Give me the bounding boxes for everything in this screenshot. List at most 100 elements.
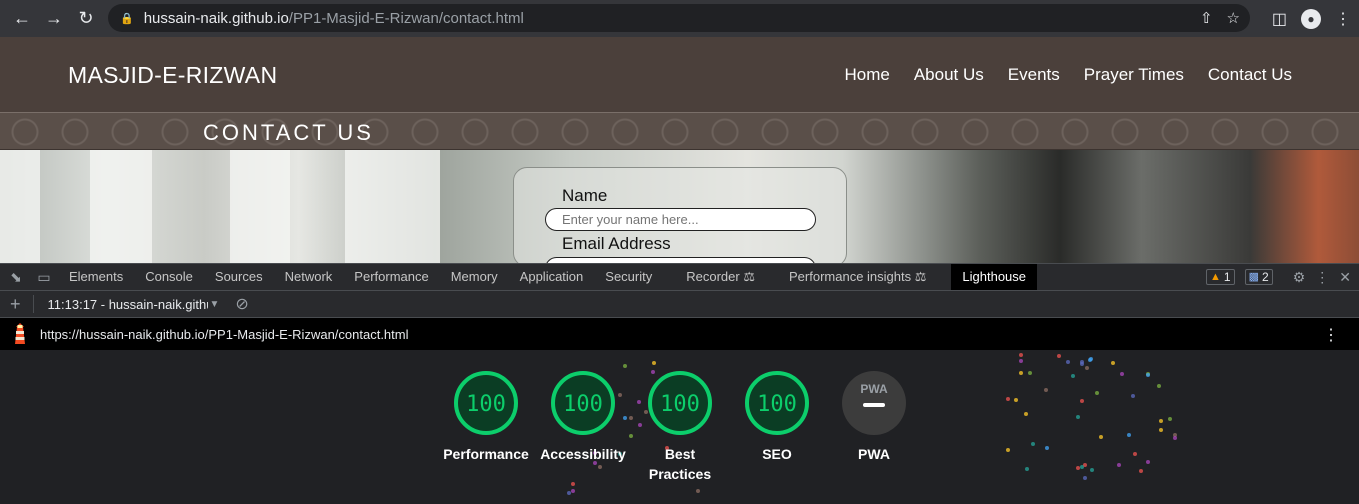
- confetti-dot: [1019, 371, 1024, 376]
- browser-toolbar: ← → ↻ 🔒 hussain-naik.github.io/PP1-Masji…: [0, 0, 1359, 37]
- gauge-label: PWA: [858, 446, 890, 462]
- clear-reports-icon[interactable]: ⊘: [235, 294, 248, 314]
- browser-menu-icon[interactable]: ⋮: [1335, 9, 1351, 29]
- hero-window: [345, 150, 440, 263]
- tab-application[interactable]: Application: [509, 264, 595, 290]
- confetti-dot: [1159, 418, 1164, 423]
- confetti-dot: [597, 464, 602, 469]
- confetti-dot: [1132, 451, 1137, 456]
- share-icon[interactable]: ⇧: [1200, 9, 1213, 27]
- confetti-dot: [1079, 359, 1084, 364]
- confetti-dot: [1099, 434, 1104, 439]
- url-host: hussain-naik.github.io: [143, 9, 289, 27]
- confetti-dot: [1089, 467, 1094, 472]
- score-value: 100: [563, 392, 603, 417]
- confetti-dot: [1080, 464, 1085, 469]
- site-header: MASJID-E-RIZWAN Home About Us Events Pra…: [0, 37, 1359, 112]
- tab-performance[interactable]: Performance: [343, 264, 439, 290]
- tab-sources[interactable]: Sources: [204, 264, 274, 290]
- inspect-element-icon[interactable]: ⬊: [2, 264, 30, 290]
- score-ring-icon: 100: [454, 371, 518, 435]
- confetti-dot: [623, 363, 628, 368]
- new-report-plus-icon[interactable]: +: [10, 294, 21, 315]
- confetti-dot: [1088, 358, 1092, 363]
- warnings-count: 1: [1223, 270, 1231, 284]
- lighthouse-report-url[interactable]: https://hussain-naik.github.io/PP1-Masji…: [40, 327, 409, 342]
- bookmark-star-icon[interactable]: ☆: [1227, 9, 1240, 27]
- nav-events[interactable]: Events: [1008, 65, 1060, 85]
- message-icon: ▩: [1248, 271, 1260, 283]
- gauge-pwa[interactable]: PWA PWA: [814, 370, 934, 464]
- name-label: Name: [562, 186, 608, 205]
- banner-title: CONTACT US: [203, 120, 374, 145]
- page-viewport: MASJID-E-RIZWAN Home About Us Events Pra…: [0, 37, 1359, 263]
- confetti-dot: [1056, 353, 1061, 358]
- score-ring-icon: 100: [745, 371, 809, 435]
- tab-recorder-label: Recorder: [686, 269, 740, 284]
- forward-icon[interactable]: →: [38, 0, 70, 37]
- nav-home[interactable]: Home: [844, 65, 889, 85]
- email-label: Email Address: [562, 234, 671, 253]
- tab-recorder[interactable]: Recorder ⚖: [675, 264, 766, 290]
- score-value: 100: [660, 392, 700, 417]
- pwa-badge-icon: PWA: [842, 371, 906, 435]
- score-value: 100: [757, 392, 797, 417]
- confetti-dot: [1028, 371, 1033, 376]
- tab-elements[interactable]: Elements: [58, 264, 134, 290]
- confetti-dot: [1146, 373, 1151, 378]
- confetti-dot: [1084, 366, 1089, 371]
- warnings-badge[interactable]: ▲ 1: [1206, 269, 1235, 285]
- report-menu-icon[interactable]: ⋮: [1323, 325, 1339, 345]
- confetti-dot: [1031, 441, 1036, 446]
- confetti-dot: [695, 489, 700, 494]
- nav-prayer-times[interactable]: Prayer Times: [1084, 65, 1184, 85]
- pwa-badge-text: PWA: [860, 382, 888, 396]
- report-select[interactable]: 11:13:17 - hussain-naik.github: [48, 297, 208, 312]
- device-toolbar-icon[interactable]: ▭: [30, 264, 58, 290]
- confetti-dot: [1075, 466, 1080, 471]
- confetti-dot: [1023, 412, 1028, 417]
- contact-form: Name Email Address: [513, 167, 847, 263]
- tab-performance-insights[interactable]: Performance insights ⚖: [778, 264, 937, 290]
- confetti-dot: [1126, 433, 1131, 438]
- confetti-dot: [1138, 468, 1143, 473]
- confetti-dot: [1006, 396, 1011, 401]
- experiment-flask-icon: ⚖: [914, 269, 927, 284]
- confetti-dot: [1044, 388, 1049, 393]
- confetti-dot: [1130, 393, 1135, 398]
- back-icon[interactable]: ←: [6, 0, 38, 37]
- tab-memory[interactable]: Memory: [440, 264, 509, 290]
- settings-gear-icon[interactable]: ⚙: [1293, 269, 1306, 286]
- tab-console[interactable]: Console: [134, 264, 204, 290]
- confetti-dot: [570, 481, 575, 486]
- dropdown-arrow-icon[interactable]: ▼: [210, 299, 220, 310]
- warning-icon: ▲: [1210, 271, 1221, 283]
- name-input[interactable]: [545, 208, 816, 231]
- devtools-menu-icon[interactable]: ⋮: [1315, 269, 1329, 286]
- reload-icon[interactable]: ↻: [70, 0, 102, 37]
- site-logo[interactable]: MASJID-E-RIZWAN: [68, 62, 277, 89]
- confetti-dot: [1094, 390, 1099, 395]
- tab-network[interactable]: Network: [274, 264, 344, 290]
- tab-security[interactable]: Security: [594, 264, 663, 290]
- confetti-dot: [1117, 463, 1122, 468]
- tab-lighthouse[interactable]: Lighthouse: [951, 264, 1038, 290]
- lighthouse-url-bar: https://hussain-naik.github.io/PP1-Masji…: [0, 318, 1359, 350]
- messages-badge[interactable]: ▩ 2: [1244, 269, 1273, 285]
- confetti-dot: [1075, 414, 1080, 419]
- nav-about-us[interactable]: About Us: [914, 65, 984, 85]
- lighthouse-toolbar: + 11:13:17 - hussain-naik.github ▼ ⊘: [0, 291, 1359, 318]
- address-bar[interactable]: 🔒 hussain-naik.github.io/PP1-Masjid-E-Ri…: [108, 4, 1250, 32]
- confetti-dot: [1146, 459, 1151, 464]
- devtools-tab-bar: ⬊ ▭ Elements Console Sources Network Per…: [0, 263, 1359, 291]
- confetti-dot: [1157, 384, 1162, 389]
- nav-contact-us[interactable]: Contact Us: [1208, 65, 1292, 85]
- score-ring-icon: 100: [551, 371, 615, 435]
- confetti-dot: [1071, 373, 1076, 378]
- profile-avatar-icon[interactable]: ●: [1301, 8, 1321, 29]
- side-panel-icon[interactable]: ◫: [1272, 9, 1287, 29]
- confetti-dot: [1019, 358, 1024, 363]
- close-devtools-icon[interactable]: ✕: [1339, 269, 1351, 286]
- toolbar-divider: [32, 295, 34, 313]
- url-path: /PP1-Masjid-E-Rizwan/contact.html: [288, 9, 524, 27]
